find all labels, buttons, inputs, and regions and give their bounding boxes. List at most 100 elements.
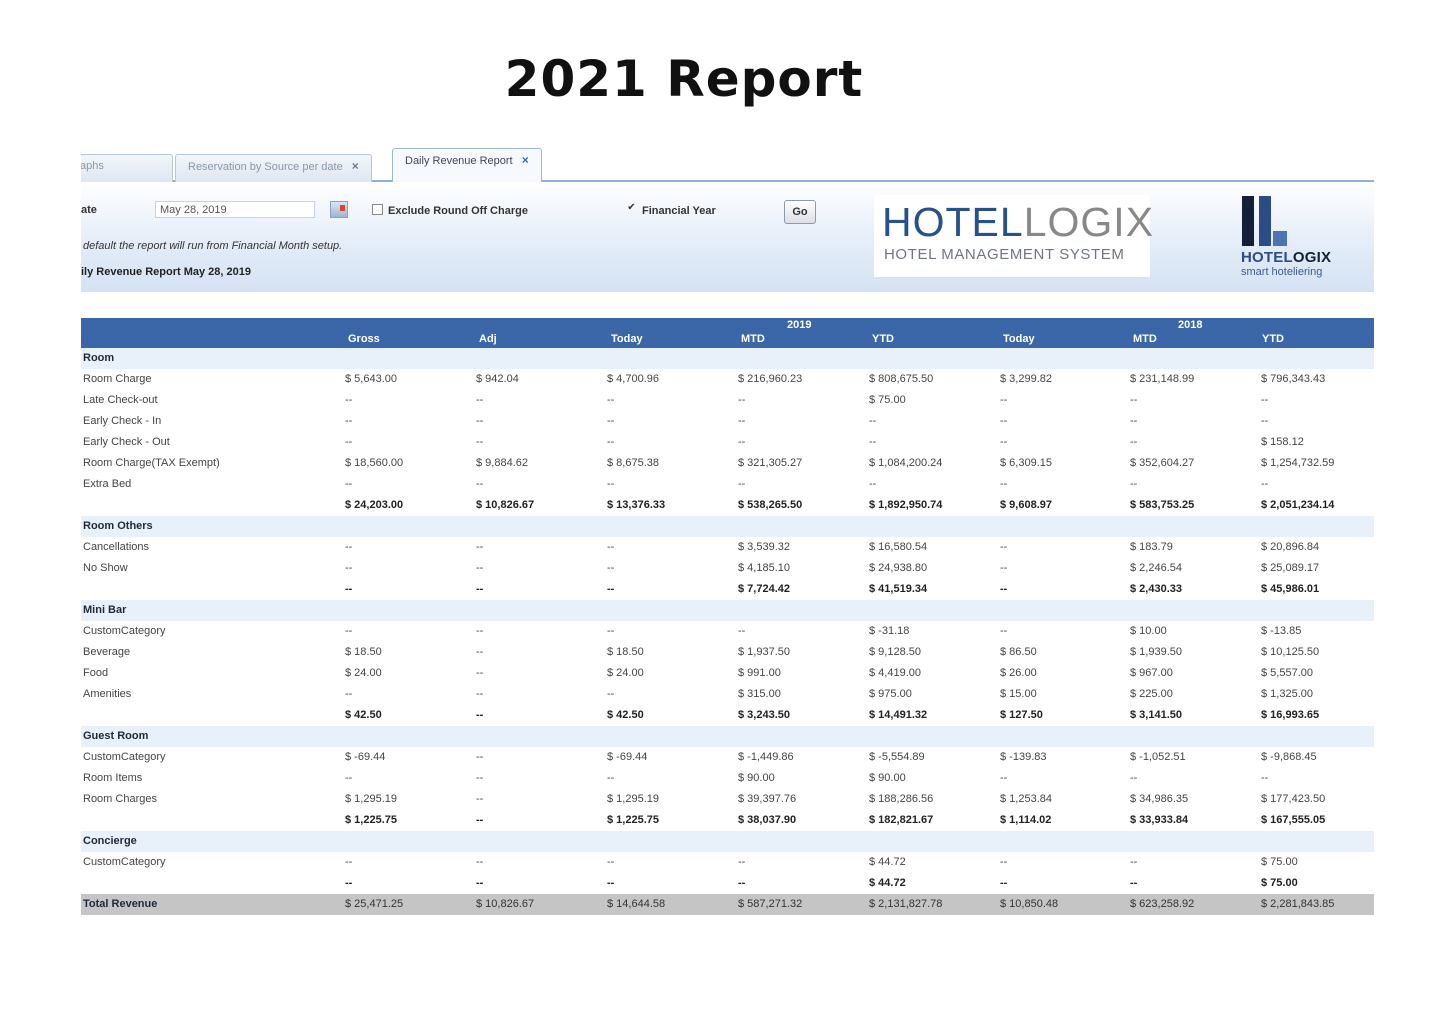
cell-value: $ 225.00 — [1130, 688, 1173, 700]
exclude-round-off-checkbox[interactable] — [372, 204, 383, 215]
cell-value: $ 3,141.50 — [1130, 709, 1182, 721]
cell-value: -- — [476, 478, 484, 490]
row-label: Cancellations — [83, 541, 150, 553]
cell-value: $ 1,225.75 — [345, 814, 397, 826]
close-icon[interactable]: × — [522, 149, 529, 171]
cell-value: -- — [476, 583, 484, 595]
cell-value: $ 41,519.34 — [869, 583, 928, 595]
cell-value: -- — [1000, 436, 1008, 448]
cell-value: $ 1,114.02 — [1000, 814, 1052, 826]
cell-value: $ 967.00 — [1130, 667, 1173, 679]
cell-value: $ 18.50 — [345, 646, 382, 658]
row-label: Total Revenue — [83, 898, 158, 910]
cell-value: $ 1,254,732.59 — [1261, 457, 1335, 469]
column-header: MTD — [741, 333, 765, 345]
cell-value: -- — [607, 436, 615, 448]
logo-text: L — [1023, 199, 1048, 245]
tab-label: aphs — [81, 160, 104, 172]
column-header: Today — [611, 333, 643, 345]
cell-value: $ -69.44 — [345, 751, 386, 763]
cell-value: $ 127.50 — [1000, 709, 1043, 721]
cell-value: $ 182,821.67 — [869, 814, 934, 826]
cell-value: $ 4,185.10 — [738, 562, 790, 574]
cell-value: -- — [607, 625, 615, 637]
cell-value: $ 942.04 — [476, 373, 519, 385]
cell-value: -- — [738, 625, 746, 637]
cell-value: $ 4,700.96 — [607, 373, 659, 385]
row-label: Concierge — [83, 835, 137, 847]
cell-value: -- — [607, 877, 615, 889]
table-row: Food $ 24.00 -- $ 24.00 $ 991.00 $ 4,419.00 $ … — [81, 663, 1374, 684]
cell-value: -- — [607, 415, 615, 427]
cell-value: -- — [345, 856, 353, 868]
cell-value: $ 10,850.48 — [1000, 898, 1059, 910]
cell-value: -- — [1261, 772, 1269, 784]
cell-value: -- — [1000, 415, 1008, 427]
cell-value: $ 188,286.56 — [869, 793, 934, 805]
date-input[interactable] — [155, 201, 315, 218]
cell-value: $ 24.00 — [607, 667, 644, 679]
category-row: Mini Bar — [81, 600, 1374, 621]
subtotal-row: -- -- -- $ 7,724.42 $ 41,519.34 -- $ 2,430.33 $… — [81, 579, 1374, 600]
cell-value: -- — [1000, 772, 1008, 784]
cell-value: $ 10,125.50 — [1261, 646, 1320, 658]
cell-value: $ 583,753.25 — [1130, 499, 1195, 511]
table-row: Amenities -- -- -- $ 315.00 $ 975.00 $ 15.00 $ … — [81, 684, 1374, 705]
close-icon[interactable]: × — [352, 155, 359, 177]
subtotal-row: -- -- -- -- $ 44.72 -- -- $ 75.00 — [81, 873, 1374, 894]
cell-value: $ 9,128.50 — [869, 646, 921, 658]
cell-value: -- — [1000, 625, 1008, 637]
cell-value: $ 16,580.54 — [869, 541, 928, 553]
cell-value: $ -1,052.51 — [1130, 751, 1186, 763]
go-button[interactable]: Go — [784, 200, 816, 224]
exclude-round-off-label: Exclude Round Off Charge — [388, 205, 528, 217]
row-label: Room Others — [83, 520, 153, 532]
cell-value: $ 2,281,843.85 — [1261, 898, 1335, 910]
cell-value: -- — [1130, 772, 1138, 784]
cell-value: $ 796,343.43 — [1261, 373, 1326, 385]
tab-daily-revenue-report[interactable]: Daily Revenue Report × — [392, 148, 542, 182]
calendar-icon[interactable] — [330, 201, 348, 218]
cell-value: -- — [1130, 394, 1138, 406]
cell-value: $ 38,037.90 — [738, 814, 797, 826]
cell-value: -- — [1000, 394, 1008, 406]
cell-value: -- — [476, 625, 484, 637]
cell-value: -- — [869, 415, 877, 427]
cell-value: -- — [607, 541, 615, 553]
financial-year-checkbox[interactable]: ✔ — [626, 203, 637, 214]
row-label: Late Check-out — [83, 394, 158, 406]
cell-value: $ 10,826.67 — [476, 499, 535, 511]
table-row: CustomCategory -- -- -- -- $ 44.72 -- -- $ 75.00 — [81, 852, 1374, 873]
filter-panel: ate Exclude Round Off Charge ✔ Financial… — [81, 182, 1374, 292]
cell-value: -- — [1261, 478, 1269, 490]
cell-value: -- — [1000, 877, 1008, 889]
cell-value: -- — [345, 541, 353, 553]
cell-value: -- — [1130, 415, 1138, 427]
cell-value: -- — [345, 625, 353, 637]
tab-graphs[interactable]: aphs — [81, 154, 173, 182]
cell-value: $ -9,868.45 — [1261, 751, 1317, 763]
page-title: 2021 Report — [504, 50, 864, 108]
cell-value: $ 18.50 — [607, 646, 644, 658]
table-row: Room Charge $ 5,643.00 $ 942.04 $ 4,700.96 $… — [81, 369, 1374, 390]
cell-value: $ 5,557.00 — [1261, 667, 1313, 679]
report-heading: ily Revenue Report May 28, 2019 — [81, 266, 251, 278]
table-row: Late Check-out -- -- -- -- $ 75.00 -- -- -- — [81, 390, 1374, 411]
brand-logo: HOTELOGIX smart hoteliering — [1241, 196, 1351, 282]
tab-label: Reservation by Source per date — [188, 161, 343, 173]
cell-value: -- — [476, 667, 484, 679]
cell-value: -- — [345, 394, 353, 406]
category-row: Guest Room — [81, 726, 1374, 747]
cell-value: $ 7,724.42 — [738, 583, 790, 595]
tab-reservation-by-source[interactable]: Reservation by Source per date × — [175, 154, 372, 182]
cell-value: -- — [476, 814, 484, 826]
table-row: Early Check - In -- -- -- -- -- -- -- -- — [81, 411, 1374, 432]
cell-value: $ 623,258.92 — [1130, 898, 1195, 910]
cell-value: -- — [345, 478, 353, 490]
cell-value: $ 2,051,234.14 — [1261, 499, 1335, 511]
cell-value: -- — [738, 394, 746, 406]
cell-value: -- — [476, 436, 484, 448]
cell-value: -- — [345, 877, 353, 889]
cell-value: -- — [476, 856, 484, 868]
cell-value: $ 9,608.97 — [1000, 499, 1052, 511]
